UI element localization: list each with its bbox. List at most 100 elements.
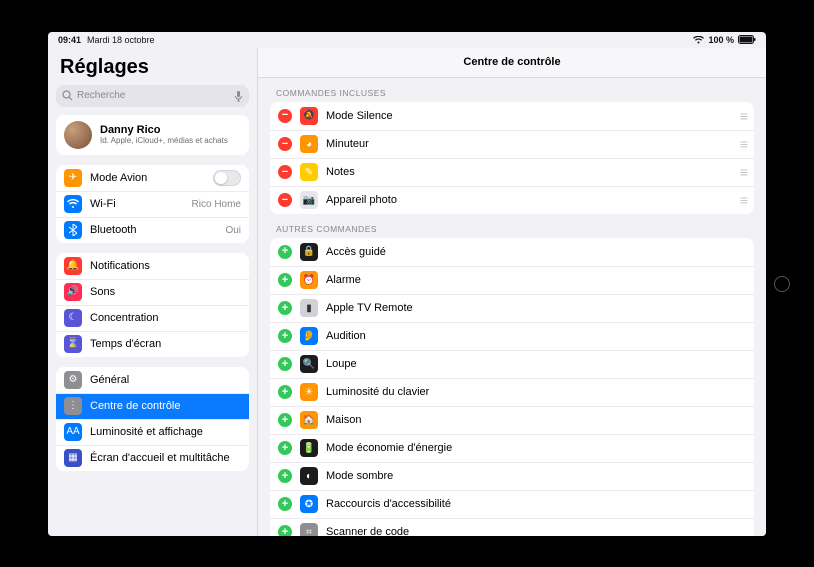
reorder-handle[interactable]: ≡ [740, 164, 746, 180]
control-icon: 📷 [300, 191, 318, 209]
remove-button[interactable]: − [278, 193, 292, 207]
settings-sidebar: Réglages Recherche Danny Rico Id. Apple,… [48, 48, 258, 536]
control-icon: ◕ [300, 135, 318, 153]
row-label: Temps d'écran [90, 338, 241, 350]
row-label: Mode Avion [90, 172, 205, 184]
control-row-acc-s-guid-: + 🔒 Accès guidé [270, 238, 754, 266]
row-icon: ✈ [64, 169, 82, 187]
home-button[interactable] [774, 276, 790, 292]
add-button[interactable]: + [278, 413, 292, 427]
control-icon: ⌗ [300, 523, 318, 536]
sidebar-item-sons[interactable]: 🔊Sons [56, 279, 249, 305]
control-row-luminosit-du-clavier: + ☀ Luminosité du clavier [270, 378, 754, 406]
apple-id-profile[interactable]: Danny Rico Id. Apple, iCloud+, médias et… [56, 115, 249, 155]
control-label: Scanner de code [326, 526, 746, 536]
add-button[interactable]: + [278, 273, 292, 287]
control-icon: ▮ [300, 299, 318, 317]
row-label: Wi-Fi [90, 198, 184, 210]
control-icon: ✎ [300, 163, 318, 181]
sidebar-item-bluetooth[interactable]: Bluetooth Oui [56, 217, 249, 243]
avatar [64, 121, 92, 149]
reorder-handle[interactable]: ≡ [740, 136, 746, 152]
control-row-audition: + 👂 Audition [270, 322, 754, 350]
row-icon: AA [64, 423, 82, 441]
control-label: Notes [326, 166, 732, 178]
control-label: Loupe [326, 358, 746, 370]
remove-button[interactable]: − [278, 137, 292, 151]
remove-button[interactable]: − [278, 165, 292, 179]
control-label: Luminosité du clavier [326, 386, 746, 398]
battery-text: 100 % [708, 35, 734, 45]
row-value: Oui [225, 225, 241, 236]
control-icon: 🔒 [300, 243, 318, 261]
sidebar-item-mode-avion[interactable]: ✈ Mode Avion [56, 165, 249, 191]
reorder-handle[interactable]: ≡ [740, 192, 746, 208]
sidebar-item--cran-d-accueil-et-multit-che[interactable]: ▦Écran d'accueil et multitâche [56, 445, 249, 471]
control-icon: 🔕 [300, 107, 318, 125]
control-icon: ⏰ [300, 271, 318, 289]
sidebar-item-luminosit-et-affichage[interactable]: AA Luminosité et affichage [56, 419, 249, 445]
status-date: Mardi 18 octobre [87, 35, 155, 45]
control-row-mode-conomie-d-nergie: +🔋Mode économie d'énergie [270, 434, 754, 462]
control-icon: ✪ [300, 495, 318, 513]
page-title: Réglages [56, 52, 249, 85]
row-label: Bluetooth [90, 224, 217, 236]
control-label: Apple TV Remote [326, 302, 746, 314]
sidebar-item-concentration[interactable]: ☾ Concentration [56, 305, 249, 331]
control-label: Audition [326, 330, 746, 342]
control-label: Mode économie d'énergie [326, 442, 746, 454]
control-label: Mode sombre [326, 470, 746, 482]
add-button[interactable]: + [278, 301, 292, 315]
sidebar-item-notifications[interactable]: 🔔 Notifications [56, 253, 249, 279]
row-label: Centre de contrôle [90, 400, 241, 412]
add-button[interactable]: + [278, 357, 292, 371]
profile-name: Danny Rico [100, 124, 228, 136]
row-label: Notifications [90, 260, 241, 272]
row-icon: ⋮ [64, 397, 82, 415]
row-icon [64, 195, 82, 213]
section-header-included: COMMANDES INCLUSES [270, 78, 754, 102]
add-button[interactable]: + [278, 329, 292, 343]
wifi-icon [693, 36, 704, 44]
sidebar-item-centre-de-contr-le[interactable]: ⋮ Centre de contrôle [56, 393, 249, 419]
row-label: Luminosité et affichage [90, 426, 241, 438]
add-button[interactable]: + [278, 525, 292, 536]
control-row-maison: +🏠Maison [270, 406, 754, 434]
control-label: Accès guidé [326, 246, 746, 258]
control-icon: ☀ [300, 383, 318, 401]
control-label: Mode Silence [326, 110, 732, 122]
add-button[interactable]: + [278, 497, 292, 511]
control-icon: 👂 [300, 327, 318, 345]
control-row-loupe: + 🔍 Loupe [270, 350, 754, 378]
search-icon [62, 90, 73, 101]
row-icon [64, 221, 82, 239]
row-icon: ⌛ [64, 335, 82, 353]
control-row-mode-silence: −🔕 Mode Silence ≡ [270, 102, 754, 130]
row-icon: 🔔 [64, 257, 82, 275]
sidebar-item-temps-d-cran[interactable]: ⌛ Temps d'écran [56, 331, 249, 357]
add-button[interactable]: + [278, 245, 292, 259]
search-placeholder: Recherche [73, 90, 234, 101]
control-row-mode-sombre: + ◐ Mode sombre [270, 462, 754, 490]
control-row-scanner-de-code: + ⌗ Scanner de code [270, 518, 754, 536]
toggle[interactable] [213, 170, 241, 186]
status-time: 09:41 [58, 35, 81, 45]
control-row-apple-tv-remote: + ▮ Apple TV Remote [270, 294, 754, 322]
reorder-handle[interactable]: ≡ [740, 108, 746, 124]
sidebar-item-wi-fi[interactable]: Wi-FiRico Home [56, 191, 249, 217]
row-icon: ☾ [64, 309, 82, 327]
row-icon: ▦ [64, 449, 82, 467]
remove-button[interactable]: − [278, 109, 292, 123]
status-bar: 09:41 Mardi 18 octobre 100 % [48, 32, 766, 48]
control-icon: 🔍 [300, 355, 318, 373]
row-label: Concentration [90, 312, 241, 324]
search-input[interactable]: Recherche [56, 85, 249, 107]
sidebar-item-g-n-ral[interactable]: ⚙Général [56, 367, 249, 393]
control-label: Alarme [326, 274, 746, 286]
add-button[interactable]: + [278, 469, 292, 483]
control-icon: ◐ [300, 467, 318, 485]
add-button[interactable]: + [278, 385, 292, 399]
add-button[interactable]: + [278, 441, 292, 455]
battery-icon [738, 35, 756, 44]
profile-subtitle: Id. Apple, iCloud+, médias et achats [100, 136, 228, 145]
